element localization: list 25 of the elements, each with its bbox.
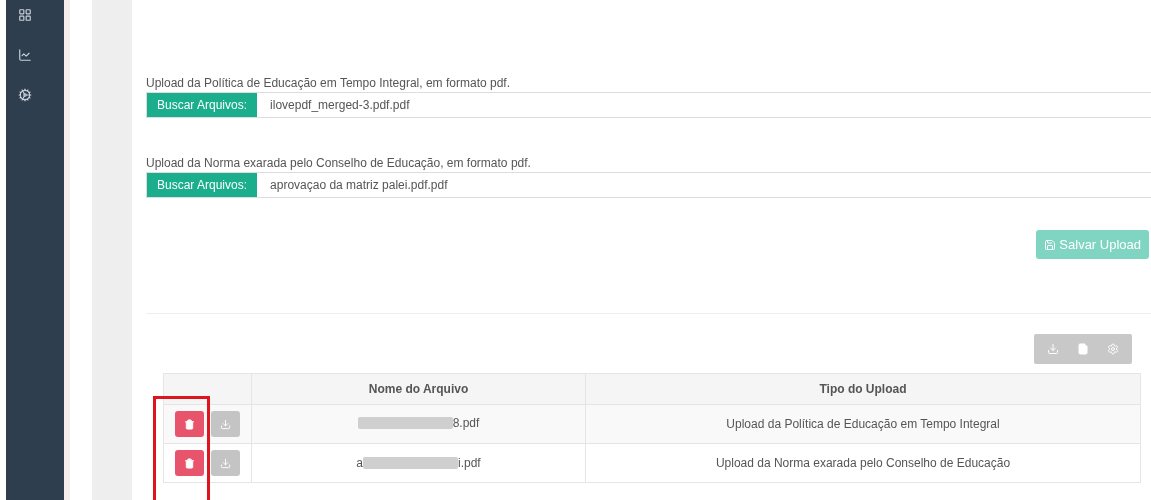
file-name: ilovepdf_merged-3.pdf.pdf (269, 97, 411, 114)
file-name: aprovaçao da matriz palei.pdf.pdf (269, 177, 449, 194)
column-header: Tipo do Upload (585, 373, 1141, 405)
browse-button[interactable]: Buscar Arquivos: (147, 93, 258, 117)
grid-icon[interactable] (18, 8, 32, 22)
file-input[interactable]: Buscar Arquivos: aprovaçao da matriz palei.pdf.pdf (146, 172, 1151, 198)
table-cell: Upload da Norma exarada pelo Conselho de Educação (585, 443, 1141, 483)
settings-icon[interactable] (18, 88, 32, 102)
upload-label: Upload da Norma exarada pelo Conselho de Educação, em formato pdf. (146, 155, 532, 172)
file-input[interactable]: Buscar Arquivos: ilovepdf_merged-3.pdf.pdf (146, 92, 1151, 118)
file-name: 8.pdf (452, 415, 480, 432)
table-cell: Upload da Política de Educação em Tempo Integral (585, 404, 1141, 444)
save-icon (1044, 238, 1057, 251)
chart-icon[interactable] (18, 48, 32, 62)
trash-icon (184, 418, 195, 430)
upload-label: Upload da Política de Educação em Tempo Integral, em formato pdf. (146, 75, 511, 92)
file-name: i.pdf (458, 455, 481, 472)
trash-icon (184, 457, 195, 469)
file-name: a (356, 455, 363, 472)
delete-button[interactable] (175, 411, 204, 437)
download-icon (220, 418, 231, 430)
download-icon (220, 457, 231, 469)
column-header: Nome do Arquivo (251, 373, 586, 405)
delete-button[interactable] (175, 450, 204, 476)
browse-button[interactable]: Buscar Arquivos: (147, 173, 258, 197)
